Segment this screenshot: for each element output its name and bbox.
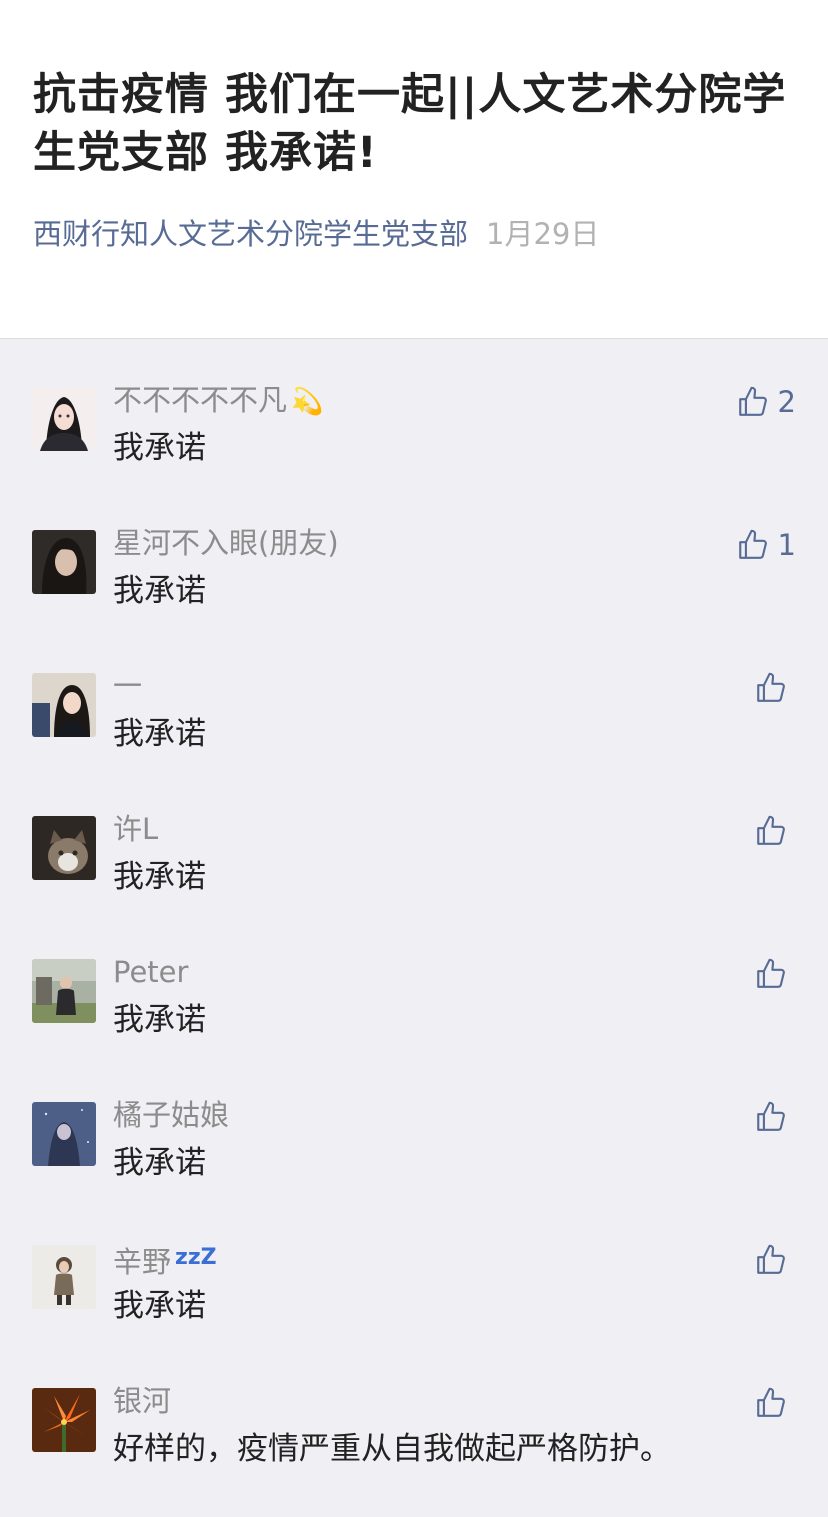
comment-item: 一 我承诺: [0, 626, 828, 769]
like-button[interactable]: [754, 1385, 796, 1421]
avatar-orange-flower: [32, 1388, 96, 1452]
avatar-man-outdoors: [32, 959, 96, 1023]
comment-item: Peter 我承诺: [0, 912, 828, 1055]
article-header: 抗击疫情 我们在一起||人文艺术分院学生党支部 我承诺! 西财行知人文艺术分院学…: [0, 0, 828, 339]
avatar[interactable]: [32, 1245, 96, 1309]
comment-item: 银河 好样的，疫情严重从自我做起严格防护。: [0, 1341, 828, 1484]
dizzy-emoji: 💫: [291, 387, 324, 417]
comment-text: 我承诺: [113, 859, 206, 895]
avatar[interactable]: [32, 673, 96, 737]
thumbs-up-icon: [738, 529, 767, 559]
avatar[interactable]: [32, 1388, 96, 1452]
zzz-emoji: zzZ: [175, 1245, 217, 1270]
thumbs-up-icon: [738, 386, 767, 416]
comment-nickname: 星河不入眼(朋友): [113, 526, 339, 560]
account-name-link[interactable]: 西财行知人文艺术分院学生党支部: [33, 217, 468, 251]
thumbs-up-icon: [757, 1101, 785, 1131]
thumbs-up-icon: [757, 1244, 785, 1274]
like-button[interactable]: [754, 1242, 796, 1278]
publish-date: 1月29日: [486, 217, 600, 251]
avatar[interactable]: [32, 816, 96, 880]
nickname-text: 辛野: [113, 1245, 172, 1279]
comment-text: 我承诺: [113, 1288, 206, 1324]
comment-item: 星河不入眼(朋友) 我承诺 1: [0, 483, 828, 626]
comment-nickname: Peter: [113, 955, 189, 989]
article-title: 抗击疫情 我们在一起||人文艺术分院学生党支部 我承诺!: [33, 70, 787, 178]
avatar-smiling-girl: [32, 673, 96, 737]
comment-nickname: 不不不不不凡 💫: [113, 380, 323, 420]
comment-item: 橘子姑娘 我承诺: [0, 1055, 828, 1198]
thumbs-up-icon: [757, 815, 785, 845]
comment-text: 我承诺: [113, 430, 206, 466]
comment-text: 我承诺: [113, 716, 206, 752]
avatar[interactable]: [32, 1102, 96, 1166]
comment-item: 许L 我承诺: [0, 769, 828, 912]
article-meta: 西财行知人文艺术分院学生党支部 1月29日: [33, 214, 599, 254]
like-button[interactable]: [754, 670, 796, 706]
comment-text: 我承诺: [113, 573, 206, 609]
comment-nickname: 橘子姑娘: [113, 1098, 230, 1132]
like-button[interactable]: [754, 1099, 796, 1135]
like-button[interactable]: [754, 956, 796, 992]
like-button[interactable]: 1: [736, 527, 796, 563]
comment-nickname: 银河: [113, 1384, 172, 1418]
comment-item: 不不不不不凡 💫 我承诺 2: [0, 340, 828, 483]
avatar-child-standing: [32, 1245, 96, 1309]
avatar-blue-night: [32, 1102, 96, 1166]
like-count: 2: [777, 385, 796, 419]
thumbs-up-icon: [757, 1387, 785, 1417]
comment-nickname: 一: [113, 669, 143, 703]
comment-nickname: 辛野 zzZ: [113, 1238, 217, 1279]
comment-text: 我承诺: [113, 1002, 206, 1038]
like-button[interactable]: [754, 813, 796, 849]
avatar-cat: [32, 816, 96, 880]
avatar-dark-portrait: [32, 530, 96, 594]
avatar-illustrated-girl: [32, 387, 96, 451]
thumbs-up-icon: [757, 672, 785, 702]
comment-text: 我承诺: [113, 1145, 206, 1181]
nickname-text: 不不不不不凡: [113, 383, 288, 417]
comment-text: 好样的，疫情严重从自我做起严格防护。: [113, 1431, 671, 1467]
comment-item: 辛野 zzZ 我承诺: [0, 1198, 828, 1341]
like-count: 1: [777, 528, 796, 562]
like-button[interactable]: 2: [736, 384, 796, 420]
avatar[interactable]: [32, 530, 96, 594]
avatar[interactable]: [32, 959, 96, 1023]
thumbs-up-icon: [757, 958, 785, 988]
avatar[interactable]: [32, 387, 96, 451]
comment-nickname: 许L: [113, 812, 159, 846]
